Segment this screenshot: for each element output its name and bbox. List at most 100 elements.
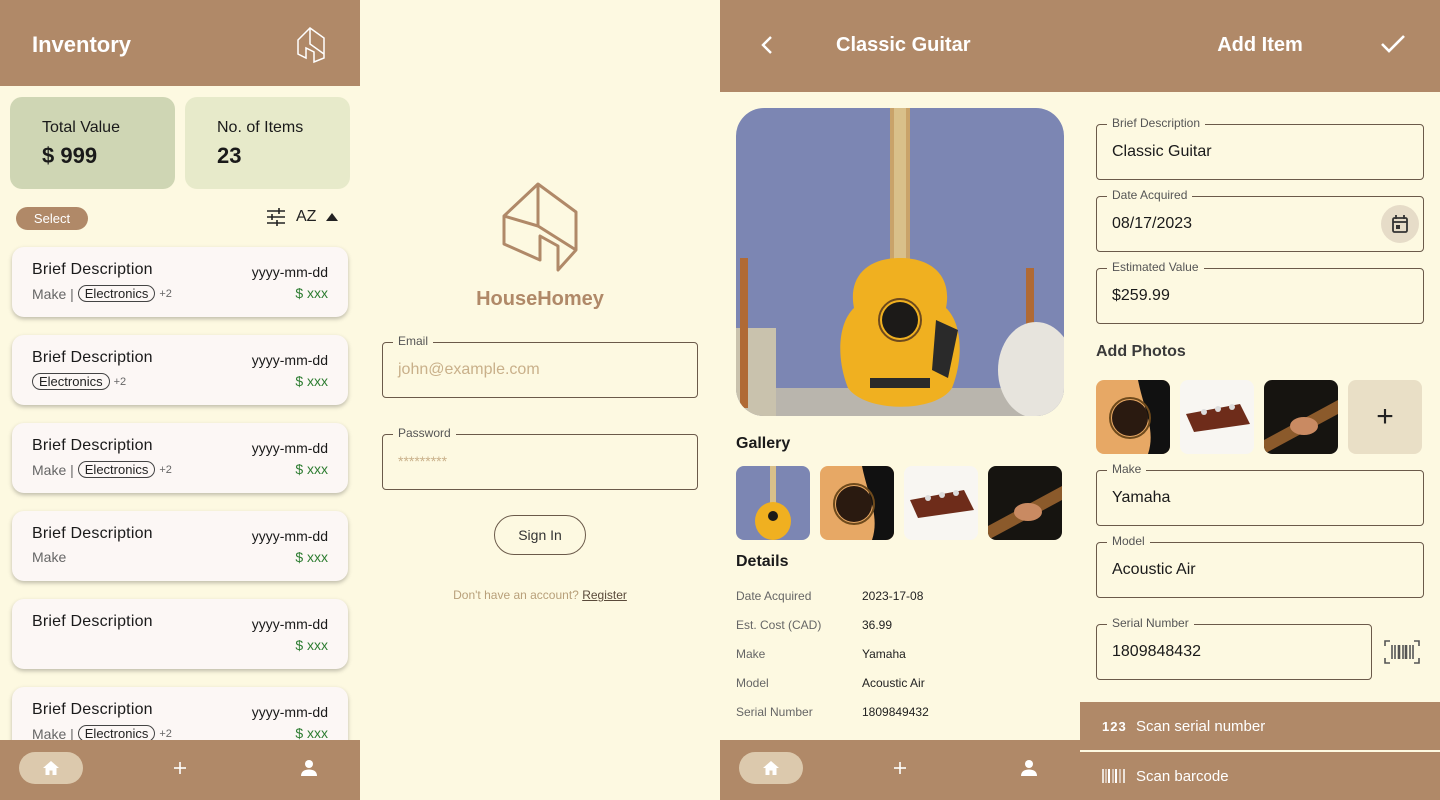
model-label: Model (1107, 534, 1150, 548)
item-date: yyyy-mm-dd (251, 352, 328, 368)
login-screen: HouseHomey Email john@example.com Passwo… (360, 0, 720, 800)
item-date: yyyy-mm-dd (251, 264, 328, 280)
barcode-scan-icon[interactable] (1384, 640, 1420, 664)
password-label: Password (393, 426, 456, 440)
register-link[interactable]: Register (582, 588, 627, 602)
total-value-label: Total Value (42, 119, 120, 136)
calendar-icon[interactable] (1381, 205, 1419, 243)
description-value: Classic Guitar (1112, 143, 1212, 160)
list-item[interactable]: Brief Description Make yyyy-mm-dd $ xxx (12, 511, 348, 581)
estimated-value-value: $259.99 (1112, 287, 1170, 304)
detail-header: Classic Guitar (720, 0, 1080, 92)
item-make: Make | (32, 285, 74, 302)
detail-label: Serial Number (736, 705, 813, 719)
register-prompt-text: Don't have an account? (453, 588, 579, 602)
item-tag-chip: Electronics (32, 373, 110, 390)
serial-number-value: 1809848432 (1112, 643, 1201, 660)
item-title: Brief Description (32, 349, 153, 366)
serial-number-icon: 123 (1102, 718, 1127, 734)
item-date: yyyy-mm-dd (251, 440, 328, 456)
nav-home-button[interactable] (739, 752, 803, 784)
nav-profile-button[interactable] (997, 752, 1061, 784)
nav-profile-button[interactable] (277, 752, 341, 784)
password-field[interactable]: Password ********* (382, 426, 698, 490)
back-arrow-icon[interactable] (760, 34, 774, 56)
description-label: Brief Description (1107, 116, 1206, 130)
estimated-value-field[interactable]: Estimated Value $259.99 (1096, 260, 1424, 324)
detail-label: Date Acquired (736, 589, 812, 603)
item-title: Brief Description (32, 525, 153, 542)
gallery-thumb-2[interactable] (820, 466, 894, 540)
item-more-tags: +2 (113, 375, 127, 388)
nav-add-button[interactable] (148, 752, 212, 784)
photo-thumb-2[interactable] (1180, 380, 1254, 454)
gallery-thumb-3[interactable] (904, 466, 978, 540)
photo-thumb-1[interactable] (1096, 380, 1170, 454)
gallery-thumb-4[interactable] (988, 466, 1062, 540)
plus-icon (893, 761, 907, 775)
details-title: Details (736, 553, 789, 570)
list-item[interactable]: Brief Description yyyy-mm-dd $ xxx (12, 599, 348, 669)
detail-label: Est. Cost (CAD) (736, 618, 822, 632)
item-price: $ xxx (295, 373, 328, 389)
estimated-value-label: Estimated Value (1107, 260, 1204, 274)
item-price: $ xxx (295, 725, 328, 741)
email-field[interactable]: Email john@example.com (382, 334, 698, 398)
nav-add-button[interactable] (868, 752, 932, 784)
item-title: Brief Description (32, 701, 153, 718)
sign-in-button[interactable]: Sign In (494, 515, 586, 555)
scan-barcode-option[interactable]: Scan barcode (1080, 752, 1440, 800)
make-label: Make (1107, 462, 1147, 476)
model-field[interactable]: Model Acoustic Air (1096, 534, 1424, 598)
brand-name: HouseHomey (476, 288, 604, 310)
person-icon (1020, 759, 1038, 777)
list-item[interactable]: Brief Description Make | Electronics +2 yyyy… (12, 423, 348, 493)
add-item-screen: Add Item Brief Description Classic Guita… (1080, 0, 1440, 800)
detail-value: 1809849432 (862, 705, 929, 719)
list-tools: AZ (266, 208, 339, 226)
make-field[interactable]: Make Yamaha (1096, 462, 1424, 526)
gallery-thumb-1[interactable] (736, 466, 810, 540)
total-value-card: Total Value $ 999 (10, 97, 175, 189)
item-title: Brief Description (32, 261, 153, 278)
page-title: Inventory (32, 32, 132, 57)
barcode-icon (1102, 768, 1128, 784)
item-subtitle: Make | Electronics +2 (32, 285, 172, 302)
photo-thumb-3[interactable] (1264, 380, 1338, 454)
date-acquired-field[interactable]: Date Acquired 08/17/2023 (1096, 188, 1424, 252)
add-photo-button[interactable]: + (1348, 380, 1422, 454)
item-subtitle: Make (32, 549, 66, 565)
list-item[interactable]: Brief Description Make | Electronics +2 yyyy… (12, 247, 348, 317)
list-item[interactable]: Brief Description Electronics +2 yyyy-mm-dd… (12, 335, 348, 405)
home-icon (762, 760, 780, 776)
item-tag-chip: Electronics (77, 461, 156, 478)
item-more-tags: +2 (159, 727, 172, 740)
check-icon[interactable] (1380, 34, 1406, 54)
item-price: $ xxx (295, 549, 328, 565)
gallery-title: Gallery (736, 435, 791, 452)
detail-label: Model (736, 676, 769, 690)
make-value: Yamaha (1112, 489, 1171, 506)
detail-value: 36.99 (862, 618, 893, 632)
sort-alpha-button[interactable]: AZ (296, 208, 316, 226)
home-icon (42, 760, 60, 776)
serial-number-field[interactable]: Serial Number 1809848432 (1096, 616, 1372, 680)
item-tag-chip: Electronics (77, 285, 156, 302)
item-count-card: No. of Items 23 (185, 97, 350, 189)
sort-direction-icon[interactable] (326, 212, 339, 222)
house-logo-icon[interactable] (294, 24, 330, 64)
add-photos-title: Add Photos (1096, 343, 1186, 360)
bottom-nav (0, 740, 360, 800)
description-field[interactable]: Brief Description Classic Guitar (1096, 116, 1424, 180)
add-item-header: Add Item (1080, 0, 1440, 92)
serial-number-label: Serial Number (1107, 616, 1194, 630)
item-subtitle: Electronics +2 (32, 373, 126, 390)
nav-home-button[interactable] (19, 752, 83, 784)
house-logo-icon (500, 180, 580, 272)
detail-value: Yamaha (862, 647, 906, 661)
item-make: Make | (32, 461, 74, 478)
filter-icon[interactable] (266, 208, 286, 226)
item-price: $ xxx (295, 461, 328, 477)
scan-serial-option[interactable]: 123 Scan serial number (1080, 702, 1440, 750)
select-button[interactable]: Select (16, 207, 88, 230)
